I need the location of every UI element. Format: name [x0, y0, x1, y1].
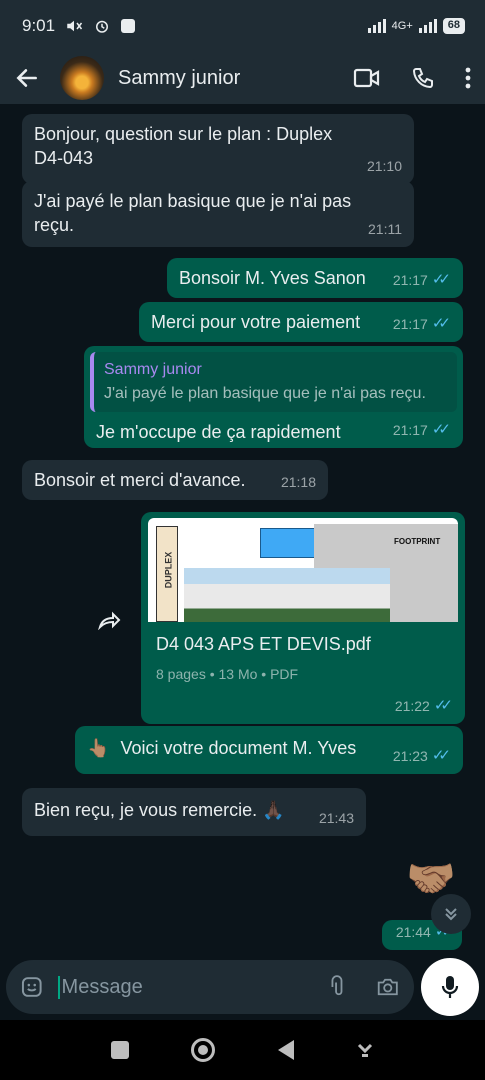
- video-call-icon[interactable]: [353, 66, 381, 90]
- message-status: 21:22 ✓✓: [395, 694, 453, 718]
- signal-icon-2: [418, 19, 437, 33]
- message-time: 21:11: [368, 221, 402, 237]
- message-text: J'ai payé le plan basique que je n'ai pa…: [34, 191, 352, 235]
- message-time: 21:43: [318, 810, 354, 826]
- thumb-side-label: DUPLEX: [163, 551, 174, 589]
- status-bar: 9:01 4G+ 68: [0, 0, 485, 52]
- message-status: 21:17 ✓✓: [393, 418, 451, 442]
- camera-icon[interactable]: [376, 976, 400, 998]
- document-title: D4 043 APS ET DEVIS.pdf: [156, 634, 371, 654]
- document-meta: 8 pages • 13 Mo • PDF: [156, 666, 299, 682]
- keyboard-hide-icon[interactable]: [356, 1042, 374, 1058]
- quote-author: Sammy junior: [104, 361, 202, 378]
- attach-icon[interactable]: [327, 974, 347, 1000]
- avatar[interactable]: [60, 56, 104, 100]
- message-text: Bonsoir et merci d'avance.: [34, 470, 246, 490]
- network-type: 4G+: [391, 20, 413, 32]
- message-bubble[interactable]: J'ai payé le plan basique que je n'ai pa…: [22, 181, 414, 247]
- home-icon[interactable]: [191, 1038, 216, 1062]
- microphone-icon: [441, 976, 459, 998]
- message-text: Bonsoir M. Yves Sanon: [179, 268, 366, 288]
- read-ticks-icon: ✓✓: [433, 697, 453, 714]
- message-time: 21:44: [395, 924, 431, 940]
- message-status: 21:23 ✓✓: [393, 744, 451, 768]
- message-bubble[interactable]: Bien reçu, je vous remercie. 🙏🏿 21:43: [22, 788, 366, 836]
- pointing-emoji: 👆🏽: [87, 738, 110, 758]
- battery-indicator: 68: [442, 18, 465, 34]
- message-text: Merci pour votre paiement: [151, 312, 361, 332]
- message-input[interactable]: [57, 975, 327, 999]
- message-time: 21:23: [392, 748, 428, 764]
- thumb-house-image: [184, 568, 390, 622]
- signal-icon: [367, 19, 386, 33]
- document-message[interactable]: DUPLEX FOOTPRINT D4 043 APS ET DEVIS.pdf…: [141, 512, 465, 724]
- message-bubble[interactable]: 👆🏽 Voici votre document M. Yves 21:23 ✓✓: [75, 726, 463, 774]
- message-time: 21:17: [392, 316, 428, 332]
- read-ticks-icon: ✓✓: [431, 315, 451, 332]
- recents-icon[interactable]: [111, 1041, 130, 1059]
- alarm-icon: [96, 20, 109, 33]
- forward-icon: [98, 611, 121, 630]
- pray-emoji: 🙏🏿: [262, 800, 285, 820]
- message-time: 21:17: [392, 422, 428, 438]
- forward-button[interactable]: [90, 600, 130, 640]
- message-status: 21:17 ✓✓: [393, 312, 451, 336]
- chat-area[interactable]: Bonjour, question sur le plan : Duplex D…: [0, 104, 485, 960]
- voice-call-icon[interactable]: [411, 66, 435, 90]
- message-text: Bonjour, question sur le plan : Duplex D…: [34, 124, 333, 168]
- quoted-message[interactable]: Sammy junior J'ai payé le plan basique q…: [90, 352, 457, 412]
- message-time: 21:10: [366, 158, 402, 174]
- message-bubble[interactable]: Bonsoir et merci d'avance. 21:18: [22, 460, 328, 500]
- message-status: 21:17 ✓✓: [393, 268, 451, 292]
- document-thumbnail[interactable]: DUPLEX FOOTPRINT: [148, 518, 458, 622]
- message-time: 21:17: [392, 272, 428, 288]
- message-bubble[interactable]: Bonsoir M. Yves Sanon 21:17 ✓✓: [167, 258, 463, 298]
- mute-icon: [67, 20, 83, 32]
- read-ticks-icon: ✓✓: [431, 421, 451, 438]
- message-time: 21:22: [394, 698, 430, 714]
- quote-text: J'ai payé le plan basique que je n'ai pa…: [104, 385, 426, 402]
- system-navigation-bar: [0, 1020, 485, 1080]
- message-text: Bien reçu, je vous remercie.: [34, 800, 258, 820]
- voice-record-button[interactable]: [421, 958, 479, 1016]
- scroll-to-bottom-button[interactable]: [431, 894, 471, 934]
- message-bubble[interactable]: Merci pour votre paiement 21:17 ✓✓: [139, 302, 463, 342]
- read-ticks-icon: ✓✓: [431, 747, 451, 764]
- message-composer: [6, 960, 414, 1014]
- thumb-footprint-label: FOOTPRINT: [394, 537, 441, 546]
- contact-name[interactable]: Sammy junior: [118, 67, 240, 90]
- back-arrow-icon[interactable]: [14, 65, 40, 91]
- read-ticks-icon: ✓✓: [431, 271, 451, 288]
- double-chevron-down-icon: [445, 908, 457, 921]
- message-text: Je m'occupe de ça rapidement: [96, 422, 341, 442]
- notification-icon: [121, 19, 136, 33]
- status-time: 9:01: [22, 16, 56, 35]
- back-icon[interactable]: [277, 1040, 294, 1060]
- message-bubble[interactable]: Bonjour, question sur le plan : Duplex D…: [22, 114, 414, 184]
- message-time: 21:18: [280, 474, 316, 490]
- chat-header: Sammy junior: [0, 52, 485, 104]
- message-text: Voici votre document M. Yves: [120, 738, 357, 758]
- emoji-sticker-icon[interactable]: [20, 974, 44, 1000]
- message-bubble[interactable]: Sammy junior J'ai payé le plan basique q…: [84, 346, 463, 448]
- more-options-icon[interactable]: [465, 67, 471, 89]
